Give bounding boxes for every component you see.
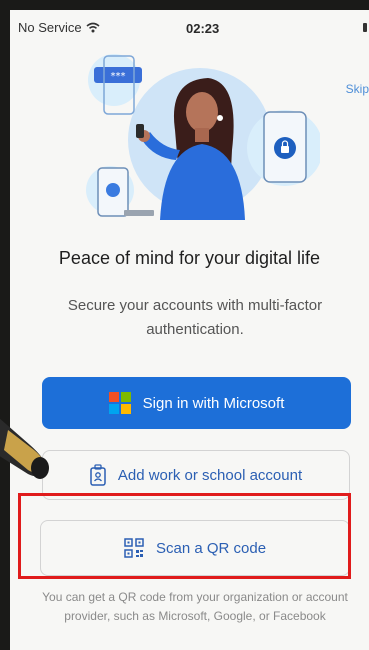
add-account-button-label: Add work or school account	[117, 466, 303, 484]
status-left: No Service	[18, 20, 100, 35]
sign-in-button-label: Sign in with Microsoft	[142, 394, 285, 412]
wifi-icon	[86, 22, 100, 33]
battery-icon	[363, 23, 367, 32]
sign-in-microsoft-button[interactable]: Sign in with Microsoft	[42, 377, 351, 429]
microsoft-logo-icon	[108, 392, 131, 414]
page-title: Peace of mind for your digital life	[58, 248, 321, 268]
hero-illustration: ***	[86, 54, 320, 220]
status-bar: No Service 02:23	[10, 10, 369, 36]
carrier-label: No Service	[18, 20, 82, 35]
status-time: 02:23	[186, 21, 220, 36]
stylus-pen-icon	[0, 418, 49, 479]
skip-link[interactable]: Skip	[346, 82, 369, 96]
qr-help-text: You can get a QR code from your organiza…	[42, 590, 348, 623]
page-subtitle: Secure your accounts with multi-factor a…	[67, 297, 323, 338]
id-badge-icon	[90, 464, 106, 486]
highlight-annotation-box	[18, 493, 351, 579]
svg-text:***: ***	[111, 71, 126, 82]
